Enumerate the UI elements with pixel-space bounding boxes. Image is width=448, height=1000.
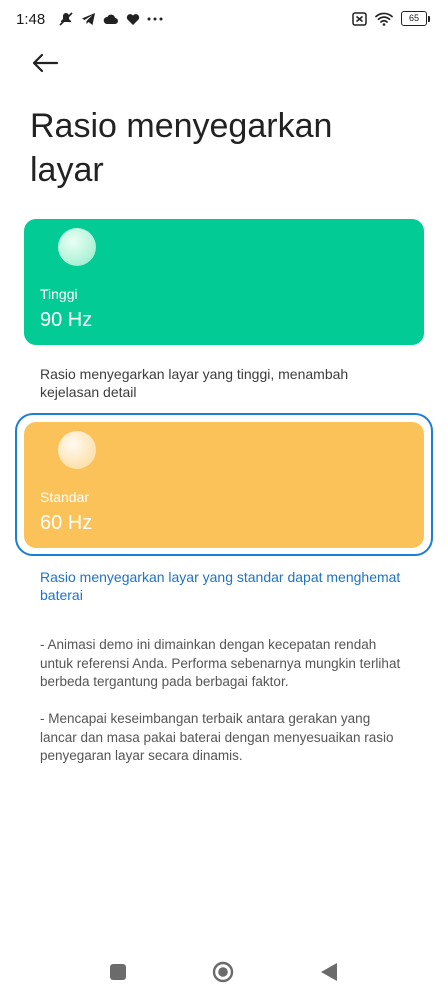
heart-icon [126,13,140,25]
telegram-icon [82,13,95,25]
mode-label: Standar [40,489,90,505]
status-bar: 1:48 65 [0,0,448,40]
wifi-icon [375,12,393,26]
navigation-bar [0,945,448,1000]
mode-description-standard: Rasio menyegarkan layar yang standar dap… [40,569,401,603]
status-icons-right: 65 [352,11,430,26]
more-dots-icon [147,17,163,21]
status-time: 1:48 [16,11,46,28]
mode-value: 60 Hz [40,512,93,534]
battery-level: 65 [401,11,427,26]
mode-value: 90 Hz [40,309,93,331]
sim-off-icon [352,11,367,26]
page-title: Rasio menyegarkan layar [30,107,333,189]
back-button[interactable] [28,48,62,78]
note-dynamic-refresh: - Mencapai keseimbangan terbaik antara g… [40,711,394,763]
home-icon[interactable] [212,961,234,983]
mode-card-high[interactable]: Tinggi 90 Hz [24,219,424,345]
recent-apps-icon[interactable] [110,964,126,980]
mode-card-standard[interactable]: Standar 60 Hz [24,422,424,548]
mode-label: Tinggi [40,286,78,302]
cloud-icon [103,14,118,24]
demo-animation-ball [58,228,96,266]
battery-tip [428,15,430,22]
battery-indicator: 65 [401,11,430,26]
back-triangle-icon[interactable] [320,962,338,982]
arrow-left-icon [32,53,59,73]
mode-description-high: Rasio menyegarkan layar yang tinggi, men… [40,366,349,400]
status-icons-left [58,11,163,27]
demo-animation-ball [58,431,96,469]
mute-icon [59,12,73,26]
note-demo-speed: - Animasi demo ini dimainkan dengan kece… [40,637,401,689]
